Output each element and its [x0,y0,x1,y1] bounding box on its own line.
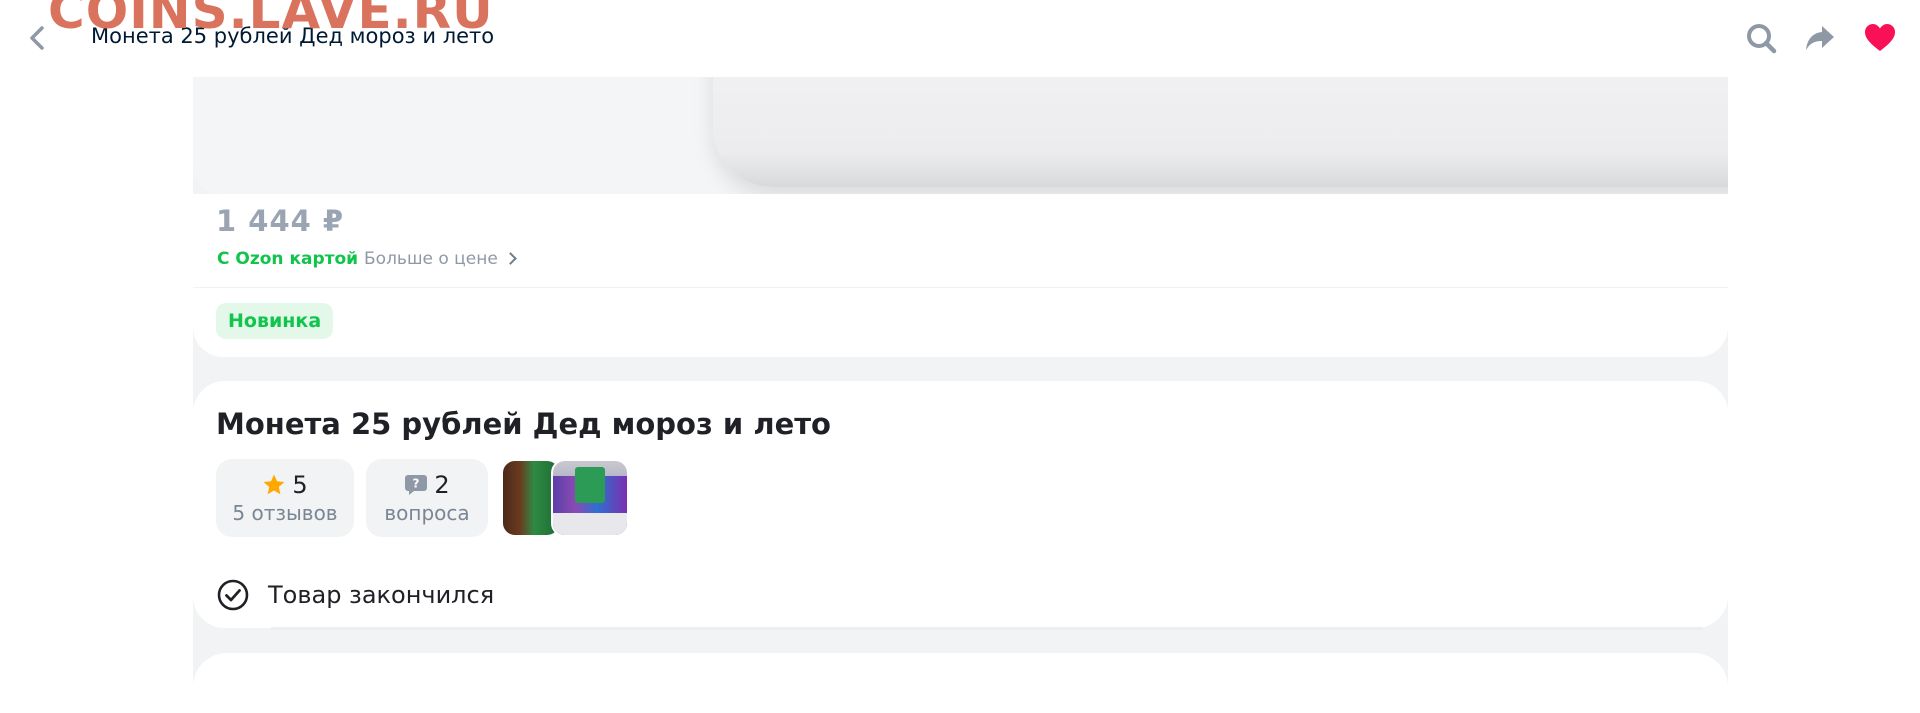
star-icon [263,474,285,495]
share-button[interactable] [1803,21,1837,55]
price-value: 1 444 ₽ [216,204,345,238]
chevron-right-icon [503,252,517,265]
svg-text:?: ? [413,477,420,491]
more-about-price-label: Больше о цене [364,249,498,269]
review-photo-thumbnail[interactable] [551,459,629,537]
stock-status: Товар закончился [216,577,494,613]
questions-chip[interactable]: ? 2 вопроса [366,459,488,537]
stock-status-text: Товар закончился [268,581,495,609]
question-bubble-icon: ? [405,475,428,495]
rating-chip[interactable]: 5 5 отзывов [216,459,354,537]
divider [193,287,1728,288]
search-button[interactable] [1744,21,1778,55]
search-icon [1747,24,1777,54]
share-icon [1806,26,1834,50]
product-info-card: Монета 25 рублей Дед мороз и лето 5 5 от… [193,381,1728,630]
ozon-card-label: С Ozon картой [217,249,359,269]
new-badge: Новинка [216,303,334,339]
favorite-button[interactable] [1863,21,1897,55]
check-circle-icon [217,579,249,611]
review-photos[interactable] [501,459,629,537]
price-card: 1 444 ₽ С Ozon картой Больше о цене Нови… [193,194,1728,357]
watermark: COINS.LAVE.RU [48,0,494,40]
divider [271,627,1703,630]
more-about-price-link[interactable]: Больше о цене [364,249,517,269]
product-image[interactable] [193,77,1728,194]
product-image-shape [713,77,1728,187]
reviews-count: 5 отзывов [232,501,338,525]
heart-icon [1865,24,1895,51]
next-section-card [193,653,1728,713]
questions-label: вопроса [384,501,470,525]
questions-count: 2 [434,471,450,499]
rating-value: 5 [292,471,308,499]
product-title: Монета 25 рублей Дед мороз и лето [216,407,831,441]
